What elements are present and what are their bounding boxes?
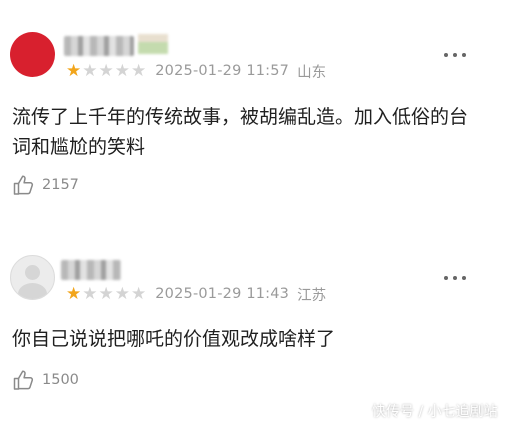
avatar[interactable] <box>10 255 55 300</box>
more-options-icon[interactable] <box>444 51 466 59</box>
like-button[interactable]: 2157 <box>12 173 79 197</box>
username-blurred[interactable] <box>64 36 134 56</box>
comment-text: 流传了上千年的传统故事，被胡编乱造。加入低俗的台词和尴尬的笑料 <box>12 106 469 158</box>
comment-location: 山东 <box>297 64 327 81</box>
star-rating: ★ ★ ★ ★ ★ <box>66 284 146 304</box>
comment-card: ★ ★ ★ ★ ★ 2025-01-29 11:57 山东 流传了上千年的传统故事，被胡… <box>0 0 521 232</box>
thumbs-up-icon <box>13 370 34 390</box>
star-icon: ★ <box>66 61 82 81</box>
watermark: 快传号 / 小七追剧站 <box>372 404 498 420</box>
comment-meta: ★ ★ ★ ★ ★ 2025-01-29 11:43 江苏 <box>66 284 326 304</box>
comment-datetime: 2025-01-29 11:57 <box>155 63 290 79</box>
avatar[interactable] <box>10 32 55 77</box>
comment-meta: ★ ★ ★ ★ ★ 2025-01-29 11:57 山东 <box>66 61 326 81</box>
like-button[interactable]: 1500 <box>12 368 79 392</box>
star-icon: ★ <box>131 61 147 81</box>
comment-datetime: 2025-01-29 11:43 <box>155 286 290 302</box>
like-count: 2157 <box>42 177 79 193</box>
star-icon: ★ <box>98 284 114 304</box>
star-rating: ★ ★ ★ ★ ★ <box>66 61 146 81</box>
star-icon: ★ <box>82 284 98 304</box>
star-icon: ★ <box>82 61 98 81</box>
username-badge-blurred <box>138 34 168 54</box>
username-blurred[interactable] <box>61 260 121 280</box>
more-options-icon[interactable] <box>444 274 466 282</box>
comment-card: ★ ★ ★ ★ ★ 2025-01-29 11:43 江苏 你自己说说把哪吒的价值观改成… <box>0 232 521 429</box>
star-icon: ★ <box>131 284 147 304</box>
like-count: 1500 <box>42 372 79 388</box>
comment-location: 江苏 <box>297 287 327 304</box>
thumbs-up-icon <box>13 175 34 195</box>
star-icon: ★ <box>98 61 114 81</box>
star-icon: ★ <box>114 61 130 81</box>
star-icon: ★ <box>114 284 130 304</box>
star-icon: ★ <box>66 284 82 304</box>
comment-text: 你自己说说把哪吒的价值观改成啥样了 <box>12 328 336 350</box>
